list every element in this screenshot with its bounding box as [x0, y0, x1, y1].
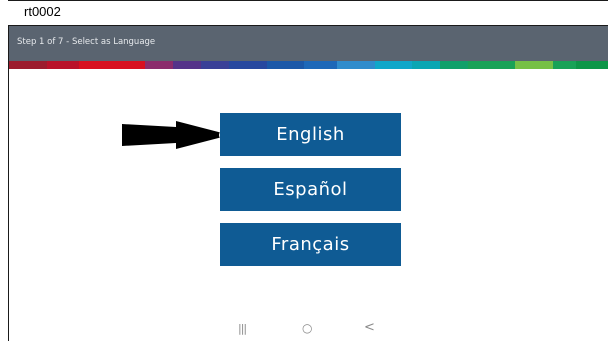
back-icon[interactable]: < [364, 320, 375, 335]
recent-apps-icon[interactable]: ||| [238, 322, 247, 335]
stripe-segment [304, 61, 338, 69]
stripe-segment [440, 61, 469, 69]
window-title: rt0002 [24, 4, 61, 19]
stripe-segment [144, 61, 174, 69]
stripe-segment [552, 61, 577, 69]
stripe-segment [9, 61, 47, 69]
stripe-segment [173, 61, 202, 69]
stripe-segment [79, 61, 145, 69]
arrow-shape [122, 121, 230, 149]
language-button-espanol[interactable]: Español [220, 168, 401, 211]
stripe-segment [515, 61, 553, 69]
step-indicator: Step 1 of 7 - Select as Language [17, 37, 156, 47]
stripe-segment [576, 61, 608, 69]
stripe-segment [201, 61, 230, 69]
stripe-segment [229, 61, 267, 69]
step-header: Step 1 of 7 - Select as Language [9, 26, 608, 61]
stripe-segment [266, 61, 305, 69]
window-title-bar: rt0002 [8, 0, 608, 26]
stripe-segment [468, 61, 516, 69]
home-icon[interactable]: ○ [302, 321, 312, 335]
language-button-english[interactable]: English [220, 113, 401, 156]
language-button-francais[interactable]: Français [220, 223, 401, 266]
stripe-segment [337, 61, 375, 69]
stripe-segment [46, 61, 80, 69]
pointer-arrow-icon [122, 121, 230, 149]
stripe-segment [374, 61, 413, 69]
stripe-segment [412, 61, 441, 69]
brand-color-stripe [9, 61, 608, 69]
